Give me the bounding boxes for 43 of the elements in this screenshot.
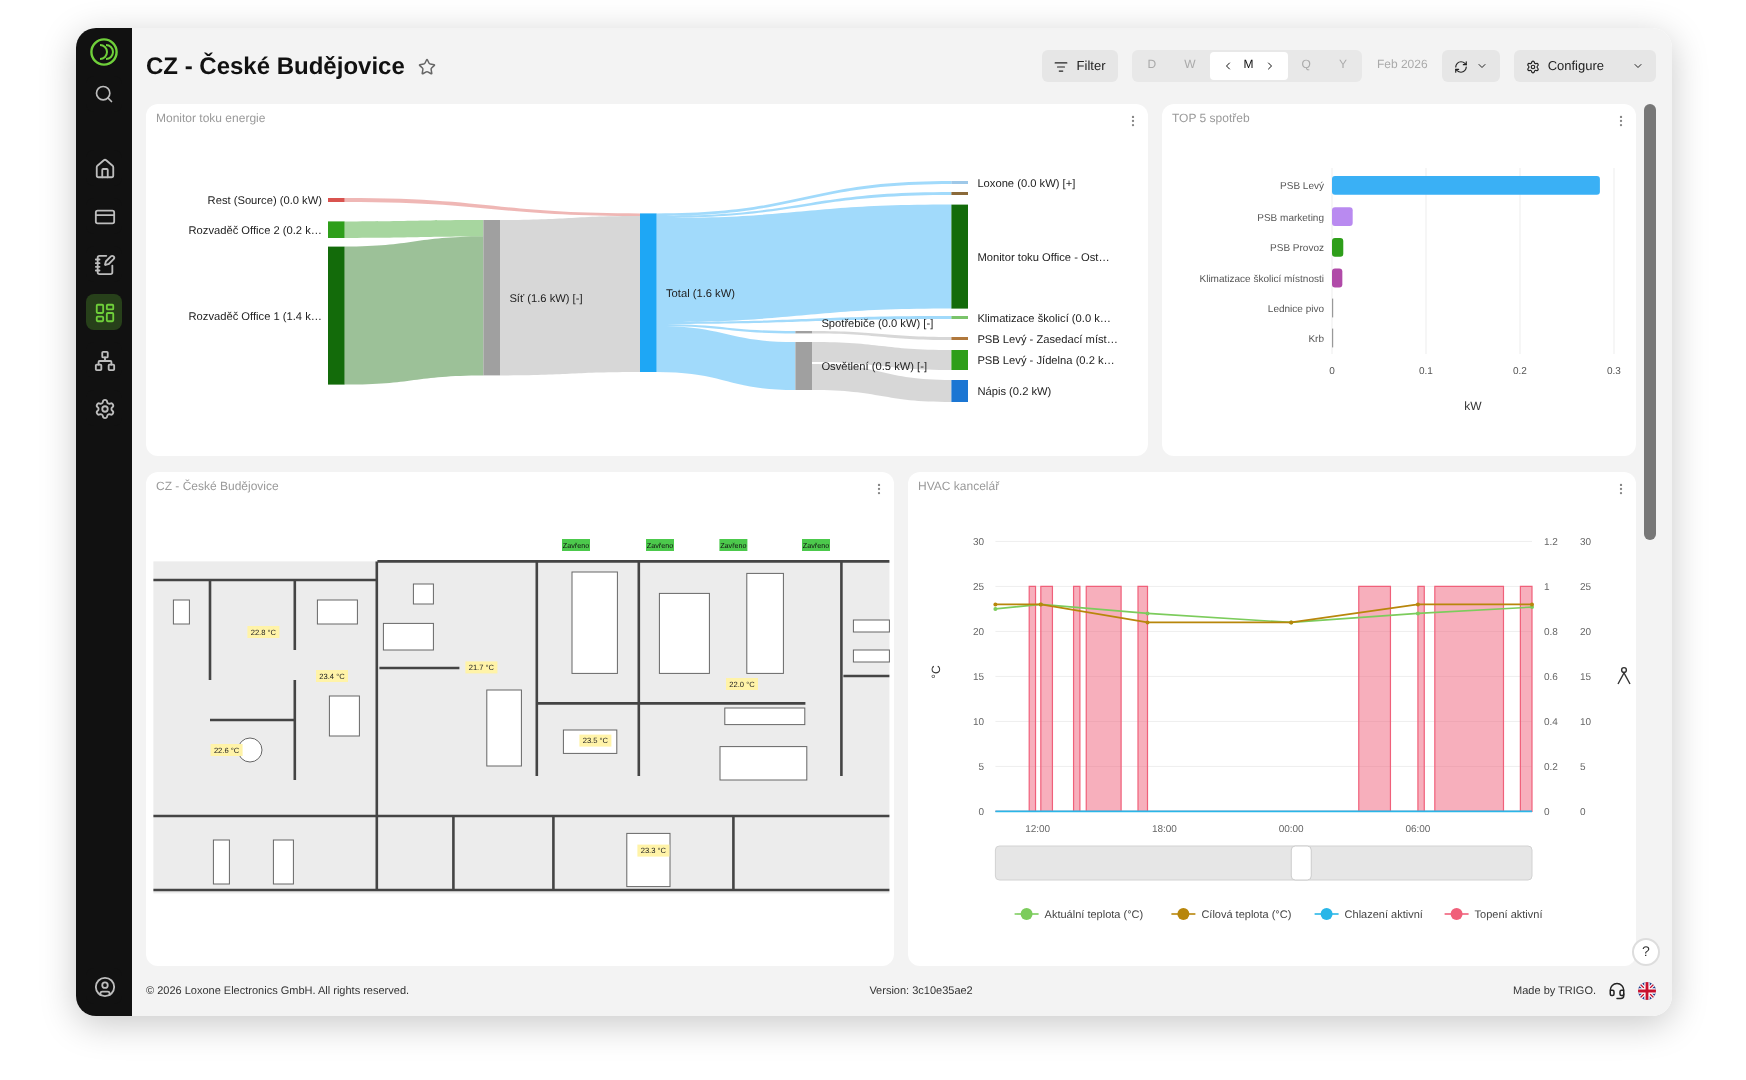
refresh-button[interactable] [1441, 50, 1500, 82]
furniture [382, 622, 434, 651]
search-icon [94, 84, 114, 104]
range-slider-handle[interactable] [1290, 845, 1312, 881]
page-title: CZ - České Budějovice [146, 52, 405, 80]
home-icon [93, 157, 115, 179]
axis-symbol-icon [1617, 666, 1631, 685]
star-icon[interactable] [418, 57, 437, 75]
flag-icon[interactable] [1638, 982, 1656, 1000]
bar [1332, 268, 1343, 288]
furniture [328, 695, 360, 737]
gear-icon [1525, 59, 1540, 73]
furniture [212, 839, 230, 885]
caret-icon [1632, 60, 1644, 72]
scrollbar[interactable] [1644, 104, 1656, 540]
energy-flow [812, 364, 952, 402]
logo-icon[interactable] [90, 38, 118, 66]
furniture [172, 599, 190, 625]
furniture [316, 599, 358, 625]
refresh-icon [1453, 59, 1468, 73]
furniture [486, 689, 522, 767]
furniture [746, 572, 784, 674]
furniture [658, 592, 710, 674]
furniture [719, 746, 808, 781]
support-icon[interactable] [1608, 982, 1626, 1000]
chevron-right-icon [1263, 60, 1276, 72]
range-slider-track[interactable] [994, 845, 1533, 881]
user-icon [93, 975, 115, 997]
notebook-icon [93, 253, 115, 275]
card-icon [93, 205, 115, 227]
network-icon [93, 349, 115, 371]
furniture [272, 839, 294, 885]
bar [1332, 238, 1344, 257]
dashboard-nav-button[interactable] [86, 294, 122, 330]
bar [1332, 207, 1353, 226]
filter-icon [1054, 59, 1069, 73]
furniture [412, 583, 434, 605]
chevron-left-icon [1221, 60, 1234, 72]
furniture [724, 707, 806, 726]
furniture [571, 571, 618, 674]
dashboard-icon [93, 301, 115, 323]
caret-icon [1475, 60, 1488, 72]
settings-icon [93, 397, 115, 419]
